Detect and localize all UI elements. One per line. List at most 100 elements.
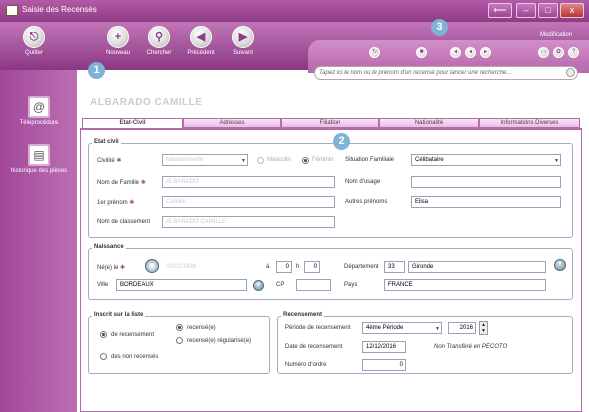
feminin-radio[interactable] xyxy=(302,157,309,164)
date-recensement-label: Date de recensement xyxy=(285,344,343,350)
arrow-right-icon: ▶ xyxy=(232,26,254,48)
quit-label: Quitter xyxy=(24,50,43,56)
search-label: Chercher xyxy=(146,50,172,56)
mode-label: Modification xyxy=(540,32,573,38)
callout-3: 3 xyxy=(431,19,448,36)
close-button[interactable]: x xyxy=(560,3,584,18)
maximize-button[interactable]: □ xyxy=(538,3,558,18)
prenom-label: 1er prénom ✱ xyxy=(97,200,135,206)
help-icon[interactable]: ? xyxy=(568,47,579,58)
annee-input[interactable]: 2016 xyxy=(448,322,476,334)
birth-date-value[interactable]: 01/01/1999 xyxy=(166,264,196,270)
refresh-icon[interactable]: ↻ xyxy=(369,47,380,58)
prenom-input[interactable]: Camille xyxy=(162,196,335,208)
ordre-label: Numéro d'ordre xyxy=(285,362,327,368)
civilite-select[interactable]: Mademoiselle xyxy=(162,154,248,166)
previous-label: Précédent xyxy=(187,50,215,56)
recensement-legend: Recensement xyxy=(281,312,325,318)
nom-usage-input[interactable] xyxy=(411,176,561,188)
callout-2: 2 xyxy=(333,133,350,150)
chevron-down-icon[interactable]: ▾ xyxy=(554,259,566,271)
previous-record-icon[interactable]: ◂ xyxy=(465,47,476,58)
minute-input[interactable]: 0 xyxy=(304,261,320,273)
sit-fam-select[interactable]: Célibataire xyxy=(411,154,561,166)
title-bar: Saisie des Recensés ⟵ – □ x xyxy=(0,0,589,22)
tab-nationalite[interactable]: Nationalité xyxy=(379,118,479,128)
date-recensement-input[interactable]: 12/12/2016 xyxy=(362,341,406,353)
search-input[interactable]: Tapez ici le nom ou le prénom d'un recen… xyxy=(314,66,578,80)
masculin-radio[interactable] xyxy=(257,157,264,164)
cp-input[interactable] xyxy=(296,279,331,291)
documents-icon: ▤ xyxy=(28,144,50,166)
de-recensement-radio[interactable] xyxy=(100,331,107,338)
back-window-button[interactable]: ⟵ xyxy=(488,3,512,18)
recense-label: recensé(e) xyxy=(187,325,216,331)
next-button[interactable]: ▶ Suivant xyxy=(219,26,267,56)
pays-input[interactable]: FRANCE xyxy=(384,279,546,291)
tab-adresses[interactable]: Adresses xyxy=(183,118,281,128)
dep-name-input[interactable]: Gironde xyxy=(408,261,546,273)
etat-civil-legend: Etat civil xyxy=(92,139,121,145)
non-recenses-label: des non recensés xyxy=(111,354,159,360)
previous-button[interactable]: ◀ Précédent xyxy=(177,26,225,56)
new-label: Nouveau xyxy=(105,50,131,56)
transfer-status: Non Transféré en PECOTO xyxy=(434,344,508,350)
dep-code-input[interactable]: 33 xyxy=(384,261,405,273)
clear-search-icon[interactable] xyxy=(566,68,575,77)
arrow-left-icon: ◀ xyxy=(190,26,212,48)
masculin-label: Masculin xyxy=(267,157,291,163)
exit-door-icon: ⎋ xyxy=(23,26,45,48)
ne-le-label: Né(e) le ✱ xyxy=(97,265,126,271)
classement-input[interactable]: ALBARADO CAMILLE xyxy=(162,216,335,228)
h-label: h xyxy=(296,264,300,270)
a-label: à xyxy=(266,264,270,270)
autres-prenoms-input[interactable]: Elisa xyxy=(411,196,561,208)
tab-informations-diverses[interactable]: Informations Diverses xyxy=(479,118,580,128)
plus-icon: + xyxy=(107,26,129,48)
classement-label: Nom de classement xyxy=(97,219,151,225)
ville-input[interactable]: BORDEAUX xyxy=(116,279,247,291)
sidebar-item-historique[interactable]: ▤ historique des pièces xyxy=(4,144,74,174)
tab-filiation[interactable]: Filiation xyxy=(281,118,379,128)
regularise-radio[interactable] xyxy=(176,337,183,344)
sidebar-item-teleprocedure[interactable]: @ Téléprocédure xyxy=(4,96,74,126)
cp-label: CP xyxy=(276,282,285,288)
departement-label: Département xyxy=(344,264,379,270)
trash-icon[interactable]: ■ xyxy=(416,47,427,58)
next-label: Suivant xyxy=(232,50,253,56)
feminin-label: Féminin xyxy=(312,157,334,163)
settings-icon[interactable]: ✿ xyxy=(553,47,564,58)
calendar-icon[interactable]: ▦ xyxy=(145,259,159,273)
window-title: Saisie des Recensés xyxy=(22,5,97,14)
recense-radio[interactable] xyxy=(176,324,183,331)
non-recenses-radio[interactable] xyxy=(100,353,107,360)
sidebar-item-label: Téléprocédure xyxy=(19,120,59,126)
periode-select[interactable]: 4ème Période xyxy=(362,322,442,334)
hour-input[interactable]: 0 xyxy=(276,261,292,273)
chevron-down-icon[interactable]: ▾ xyxy=(253,280,264,291)
de-recensement-label: de recensement xyxy=(111,332,155,338)
sidebar-item-label: historique des pièces xyxy=(10,168,68,174)
annee-spinner[interactable]: ▲ ▼ xyxy=(479,321,488,335)
ordre-input[interactable]: 0 xyxy=(362,359,406,371)
first-record-icon[interactable]: ◂ xyxy=(450,47,461,58)
quit-button[interactable]: ⎋ Quitter xyxy=(10,26,58,56)
inscrit-legend: Inscrit sur la liste xyxy=(92,312,146,318)
app-icon xyxy=(6,5,18,16)
naissance-fieldset xyxy=(88,248,573,300)
sidebar: @ Téléprocédure ▤ historique des pièces xyxy=(0,70,77,412)
civilite-label: Civilité ✱ xyxy=(97,158,122,164)
next-record-icon[interactable]: ▸ xyxy=(480,47,491,58)
nom-famille-label: Nom de Famille ✱ xyxy=(97,180,146,186)
sit-fam-label: Situation Familiale xyxy=(345,157,395,163)
search-button[interactable]: ⚲ Chercher xyxy=(135,26,183,56)
print-icon[interactable]: ▭ xyxy=(538,47,549,58)
minimize-button[interactable]: – xyxy=(516,3,536,18)
pays-label: Pays xyxy=(344,282,358,288)
regularise-label: recensé(e) régularisé(e) xyxy=(187,338,252,344)
search-icon: ⚲ xyxy=(148,26,170,48)
at-sign-icon: @ xyxy=(28,96,50,118)
naissance-legend: Naissance xyxy=(92,244,126,250)
nom-famille-input[interactable]: ALBARADO xyxy=(162,176,335,188)
person-name: ALBARADO CAMILLE xyxy=(90,97,203,108)
